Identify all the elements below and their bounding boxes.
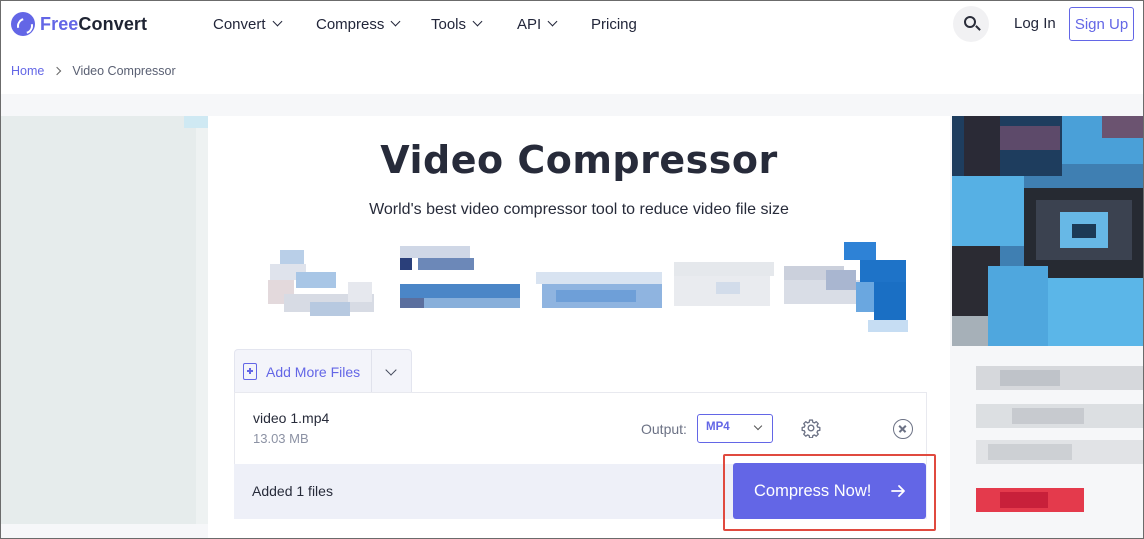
breadcrumb-home-link[interactable]: Home — [11, 64, 44, 78]
file-plus-icon — [243, 363, 257, 380]
compress-now-label: Compress Now! — [754, 481, 872, 500]
file-size: 13.03 MB — [253, 431, 309, 446]
nav-tools-label: Tools — [431, 15, 467, 33]
login-link[interactable]: Log In — [1014, 15, 1056, 32]
compress-now-button[interactable]: Compress Now! — [733, 463, 926, 519]
added-files-count: Added 1 files — [252, 483, 333, 499]
nav-convert-label: Convert — [213, 15, 266, 33]
left-ad-edge — [196, 116, 208, 524]
logo-icon — [11, 12, 35, 36]
output-format-value: MP4 — [706, 421, 730, 433]
nav-compress-label: Compress — [316, 15, 385, 33]
logo[interactable]: FreeConvert — [11, 12, 147, 36]
chevron-down-icon — [390, 16, 401, 27]
remove-file-icon[interactable] — [893, 419, 913, 439]
logo-text: FreeConvert — [40, 13, 148, 34]
chevron-down-icon — [385, 364, 397, 376]
nav-convert[interactable]: Convert — [213, 14, 282, 34]
breadcrumb: Home Video Compressor — [11, 64, 176, 78]
add-files-group: Add More Files — [234, 349, 412, 393]
gear-icon[interactable] — [801, 418, 821, 438]
blurred-partner-logos — [248, 242, 918, 334]
left-ad-pixel — [184, 116, 208, 128]
nav-compress[interactable]: Compress — [316, 14, 401, 34]
output-format-select[interactable]: MP4 — [697, 414, 773, 443]
add-more-files-label: Add More Files — [266, 363, 361, 380]
right-ad-banner[interactable] — [952, 116, 1143, 346]
signup-button[interactable]: Sign Up — [1069, 7, 1134, 41]
file-name: video 1.mp4 — [253, 410, 330, 426]
right-ad-text-blur — [976, 366, 1143, 516]
add-more-files-button[interactable]: Add More Files — [235, 350, 371, 393]
nav-api[interactable]: API — [517, 14, 558, 34]
page-title: Video Compressor — [380, 138, 778, 182]
arrow-right-icon — [891, 485, 905, 497]
nav-pricing-label: Pricing — [591, 15, 637, 33]
nav-api-label: API — [517, 15, 542, 33]
chevron-down-icon — [272, 16, 282, 27]
page-subtitle: World's best video compressor tool to re… — [369, 201, 789, 218]
chevron-right-icon — [53, 66, 62, 76]
chevron-down-icon — [472, 16, 483, 27]
left-ad-banner[interactable] — [1, 116, 196, 524]
chevron-down-icon — [547, 16, 558, 27]
nav-tools[interactable]: Tools — [431, 14, 483, 34]
output-label: Output: — [641, 421, 687, 437]
add-files-source-dropdown[interactable] — [372, 350, 412, 393]
chevron-down-icon — [753, 421, 763, 431]
breadcrumb-current: Video Compressor — [72, 64, 176, 78]
top-navigation: FreeConvert Convert Compress Tools API P… — [0, 0, 1144, 48]
nav-pricing[interactable]: Pricing — [591, 14, 637, 34]
search-button[interactable] — [953, 6, 989, 42]
